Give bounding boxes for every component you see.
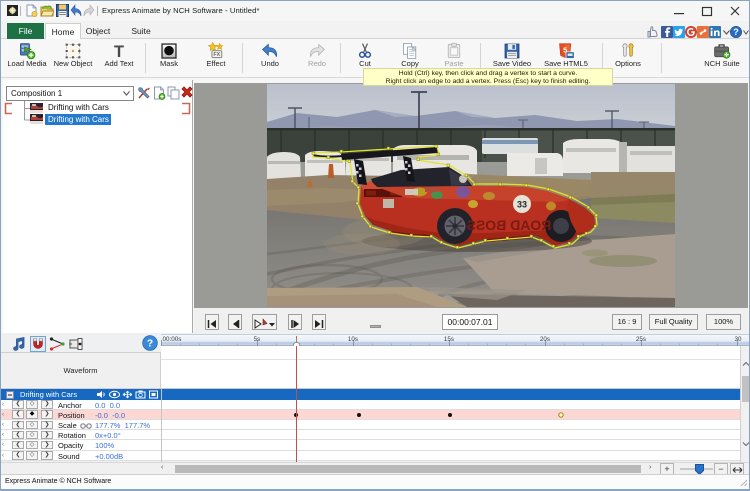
svg-text:00:00s: 00:00s	[163, 336, 182, 343]
svg-text:T: T	[114, 43, 124, 60]
svg-text:ROAD BOSS: ROAD BOSS	[467, 217, 552, 233]
svg-text:?: ?	[733, 27, 739, 37]
svg-text:15s: 15s	[444, 336, 454, 343]
svg-text:5s: 5s	[254, 336, 261, 343]
svg-text:25s: 25s	[636, 336, 646, 343]
svg-text:?: ?	[147, 339, 153, 350]
svg-text:10s: 10s	[348, 336, 358, 343]
svg-text:33: 33	[517, 200, 527, 210]
svg-text:20s: 20s	[540, 336, 550, 343]
svg-text:FX: FX	[213, 52, 220, 58]
svg-text:30: 30	[734, 336, 742, 343]
